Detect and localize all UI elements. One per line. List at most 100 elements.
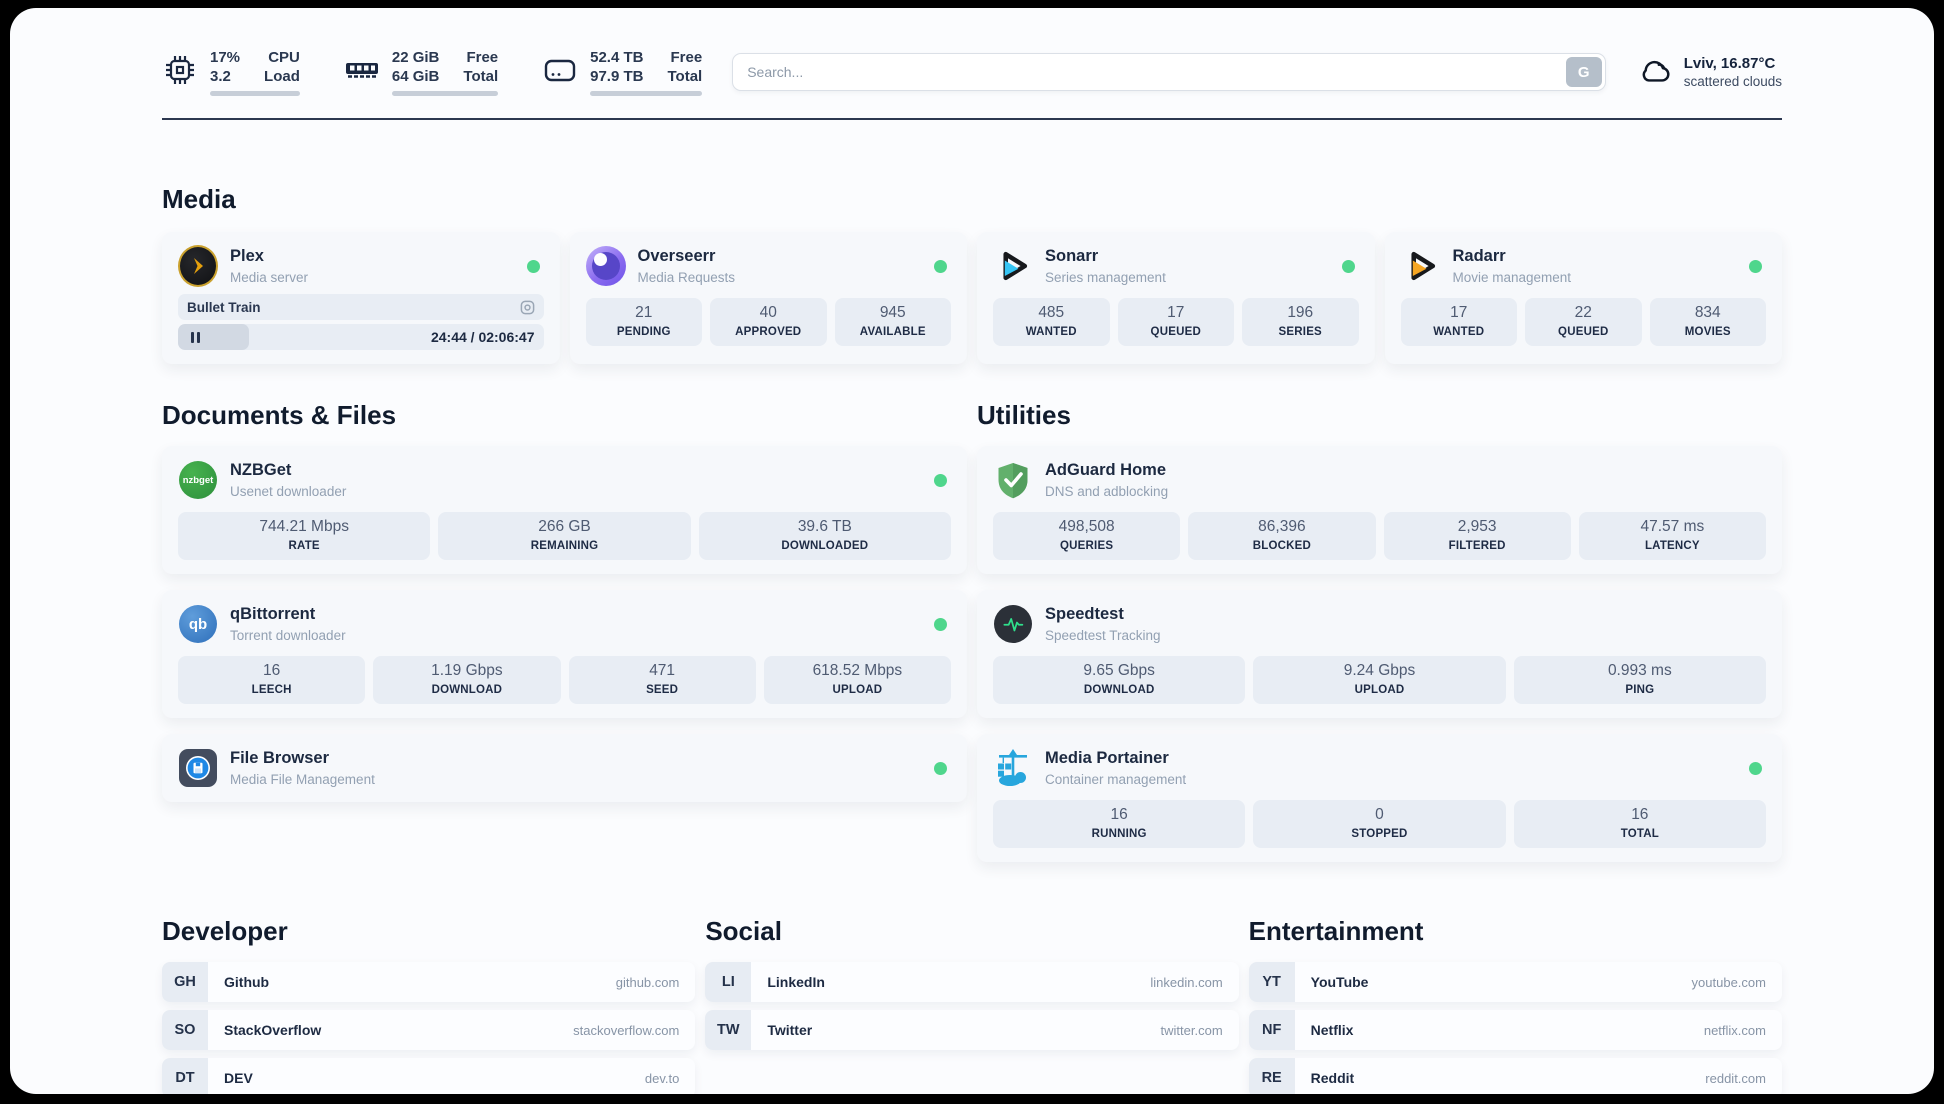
bookmark-abbr: NF bbox=[1248, 1010, 1295, 1050]
cpu-widget: 17% CPU 3.2 Load bbox=[162, 48, 300, 96]
service-description: Media File Management bbox=[230, 772, 375, 787]
now-playing-progress-row: 24:44 / 02:06:47 bbox=[178, 324, 544, 350]
qbittorrent-icon: qb bbox=[178, 604, 218, 644]
status-dot bbox=[934, 617, 947, 631]
plex-icon bbox=[178, 245, 218, 287]
bookmark-twitter[interactable]: TW Twitter twitter.com bbox=[705, 1010, 1239, 1050]
now-playing-title-row: Bullet Train bbox=[178, 294, 544, 320]
search-provider-button[interactable]: G bbox=[1565, 57, 1602, 87]
documents-section: Documents & Files nzbget NZBGet Usenet d… bbox=[162, 398, 967, 862]
bookmark-name: YouTube bbox=[1310, 974, 1369, 990]
stat-box: 39.6 TB DOWNLOADED bbox=[698, 512, 951, 560]
system-widgets: 17% CPU 3.2 Load 22 GiB Free 64 GiB Tota… bbox=[162, 48, 703, 96]
search-input[interactable] bbox=[732, 53, 1606, 91]
weather-location-temp: Lviv, 16.87°C bbox=[1683, 54, 1776, 72]
bookmark-url: twitter.com bbox=[1160, 1022, 1223, 1038]
stat-box: 16 LEECH bbox=[178, 656, 366, 704]
disk-icon bbox=[542, 52, 578, 93]
bookmark-dev[interactable]: DT DEV dev.to bbox=[162, 1058, 696, 1094]
stat-box: 471 SEED bbox=[568, 656, 756, 704]
bookmark-youtube[interactable]: YT YouTube youtube.com bbox=[1248, 962, 1782, 1002]
weather-condition: scattered clouds bbox=[1683, 73, 1782, 89]
stat-box: 17 QUEUED bbox=[1117, 298, 1234, 346]
filebrowser-icon bbox=[178, 748, 218, 788]
section-title-documents: Documents & Files bbox=[162, 400, 397, 430]
bookmark-name: Github bbox=[224, 974, 270, 990]
memory-total: 64 GiB bbox=[391, 68, 440, 85]
bookmark-stackoverflow[interactable]: SO StackOverflow stackoverflow.com bbox=[162, 1010, 696, 1050]
bookmark-abbr: YT bbox=[1248, 962, 1295, 1002]
status-dot bbox=[1749, 761, 1762, 775]
disk-progress bbox=[590, 91, 703, 96]
section-title-media: Media bbox=[162, 184, 236, 214]
section-title-entertainment: Entertainment bbox=[1248, 916, 1424, 946]
stat-box: 2,953 FILTERED bbox=[1383, 512, 1571, 560]
stat-box: 0.993 ms PING bbox=[1513, 656, 1766, 704]
service-card-adguard[interactable]: AdGuard Home DNS and adblocking 498,508 Q… bbox=[977, 446, 1782, 574]
stat-box: 22 QUEUED bbox=[1525, 298, 1642, 346]
service-name: File Browser bbox=[230, 749, 330, 767]
search-bar: G bbox=[732, 53, 1606, 91]
bookmarks-entertainment: Entertainment YT YouTube youtube.com NF … bbox=[1248, 914, 1782, 1094]
bookmark-name: Netflix bbox=[1310, 1022, 1354, 1038]
service-card-overseerr[interactable]: Overseerr Media Requests 21 PENDING 40 APP… bbox=[569, 232, 967, 364]
service-card-sonarr[interactable]: Sonarr Series management 485 WANTED 17 QUE… bbox=[977, 232, 1375, 364]
bookmark-github[interactable]: GH Github github.com bbox=[162, 962, 696, 1002]
memory-widget: 22 GiB Free 64 GiB Total bbox=[344, 48, 499, 96]
speedtest-icon bbox=[993, 604, 1033, 644]
cloud-icon bbox=[1636, 51, 1674, 94]
stat-box: 16 TOTAL bbox=[1513, 800, 1766, 848]
cpu-icon bbox=[162, 52, 198, 93]
bookmark-name: StackOverflow bbox=[224, 1022, 322, 1038]
service-card-speedtest[interactable]: Speedtest Speedtest Tracking 9.65 Gbps DO… bbox=[977, 590, 1782, 718]
stat-box: 21 PENDING bbox=[585, 298, 702, 346]
bookmarks-social: Social LI LinkedIn linkedin.com TW Twitt… bbox=[705, 914, 1239, 1094]
service-description: Movie management bbox=[1452, 270, 1572, 285]
service-card-portainer[interactable]: Media Portainer Container management 16 R… bbox=[977, 734, 1782, 862]
overseerr-icon bbox=[585, 246, 626, 286]
service-card-radarr[interactable]: Radarr Movie management 17 WANTED 22 QUEUE… bbox=[1384, 232, 1782, 364]
bookmark-netflix[interactable]: NF Netflix netflix.com bbox=[1248, 1010, 1782, 1050]
bookmark-url: youtube.com bbox=[1691, 974, 1766, 990]
bookmark-url: stackoverflow.com bbox=[573, 1022, 680, 1038]
service-card-nzbget[interactable]: nzbget NZBGet Usenet downloader 744.21 M… bbox=[162, 446, 967, 574]
service-description: Container management bbox=[1045, 772, 1187, 787]
stat-box: 834 MOVIES bbox=[1649, 298, 1766, 346]
stat-box: 86,396 BLOCKED bbox=[1188, 512, 1376, 560]
bookmark-name: Twitter bbox=[767, 1022, 813, 1038]
bookmark-abbr: SO bbox=[162, 1010, 208, 1050]
now-playing: Bullet Train 24:44 / 02:06:47 bbox=[178, 294, 544, 350]
stat-box: 47.57 ms LATENCY bbox=[1578, 512, 1766, 560]
bookmark-reddit[interactable]: RE Reddit reddit.com bbox=[1248, 1058, 1782, 1094]
status-dot bbox=[526, 259, 540, 273]
service-card-qbittorrent[interactable]: qb qBittorrent Torrent downloader 16 LEEC… bbox=[162, 590, 967, 718]
stat-box: 17 WANTED bbox=[1400, 298, 1517, 346]
bookmark-url: reddit.com bbox=[1705, 1070, 1766, 1086]
bookmarks-developer: Developer GH Github github.com SO StackO… bbox=[162, 914, 696, 1094]
stat-box: 1.19 Gbps DOWNLOAD bbox=[373, 656, 561, 704]
dashboard: { "theme": { "status_online_color": "#4f… bbox=[0, 0, 1944, 1104]
service-card-filebrowser[interactable]: File Browser Media File Management bbox=[162, 734, 967, 802]
bookmark-url: linkedin.com bbox=[1150, 974, 1223, 990]
service-name: Radarr bbox=[1452, 247, 1506, 265]
stat-box: 16 RUNNING bbox=[993, 800, 1246, 848]
cpu-label-1: CPU bbox=[268, 49, 300, 66]
service-card-plex[interactable]: Plex Media server Bullet Train 24:44 / 0… bbox=[162, 232, 560, 364]
stat-box: 9.65 Gbps DOWNLOAD bbox=[993, 656, 1246, 704]
bookmark-abbr: RE bbox=[1248, 1058, 1295, 1094]
memory-label-2: Total bbox=[463, 68, 499, 85]
playback-time: 24:44 / 02:06:47 bbox=[430, 329, 535, 345]
adguard-icon bbox=[993, 460, 1033, 500]
utilities-section: Utilities AdGuard Home DNS and adblockin… bbox=[977, 398, 1782, 862]
page: 17% CPU 3.2 Load 22 GiB Free 64 GiB Tota… bbox=[10, 8, 1934, 1094]
cpu-label-2: Load bbox=[264, 68, 300, 85]
view-media-icon[interactable] bbox=[520, 300, 535, 315]
service-name: Plex bbox=[230, 247, 264, 265]
service-name: Media Portainer bbox=[1045, 749, 1169, 767]
stat-box: 40 APPROVED bbox=[710, 298, 827, 346]
bookmark-abbr: DT bbox=[162, 1058, 208, 1094]
service-description: Media server bbox=[230, 270, 309, 285]
pause-button[interactable] bbox=[187, 331, 204, 343]
bookmark-linkedin[interactable]: LI LinkedIn linkedin.com bbox=[705, 962, 1239, 1002]
memory-progress bbox=[391, 91, 499, 96]
